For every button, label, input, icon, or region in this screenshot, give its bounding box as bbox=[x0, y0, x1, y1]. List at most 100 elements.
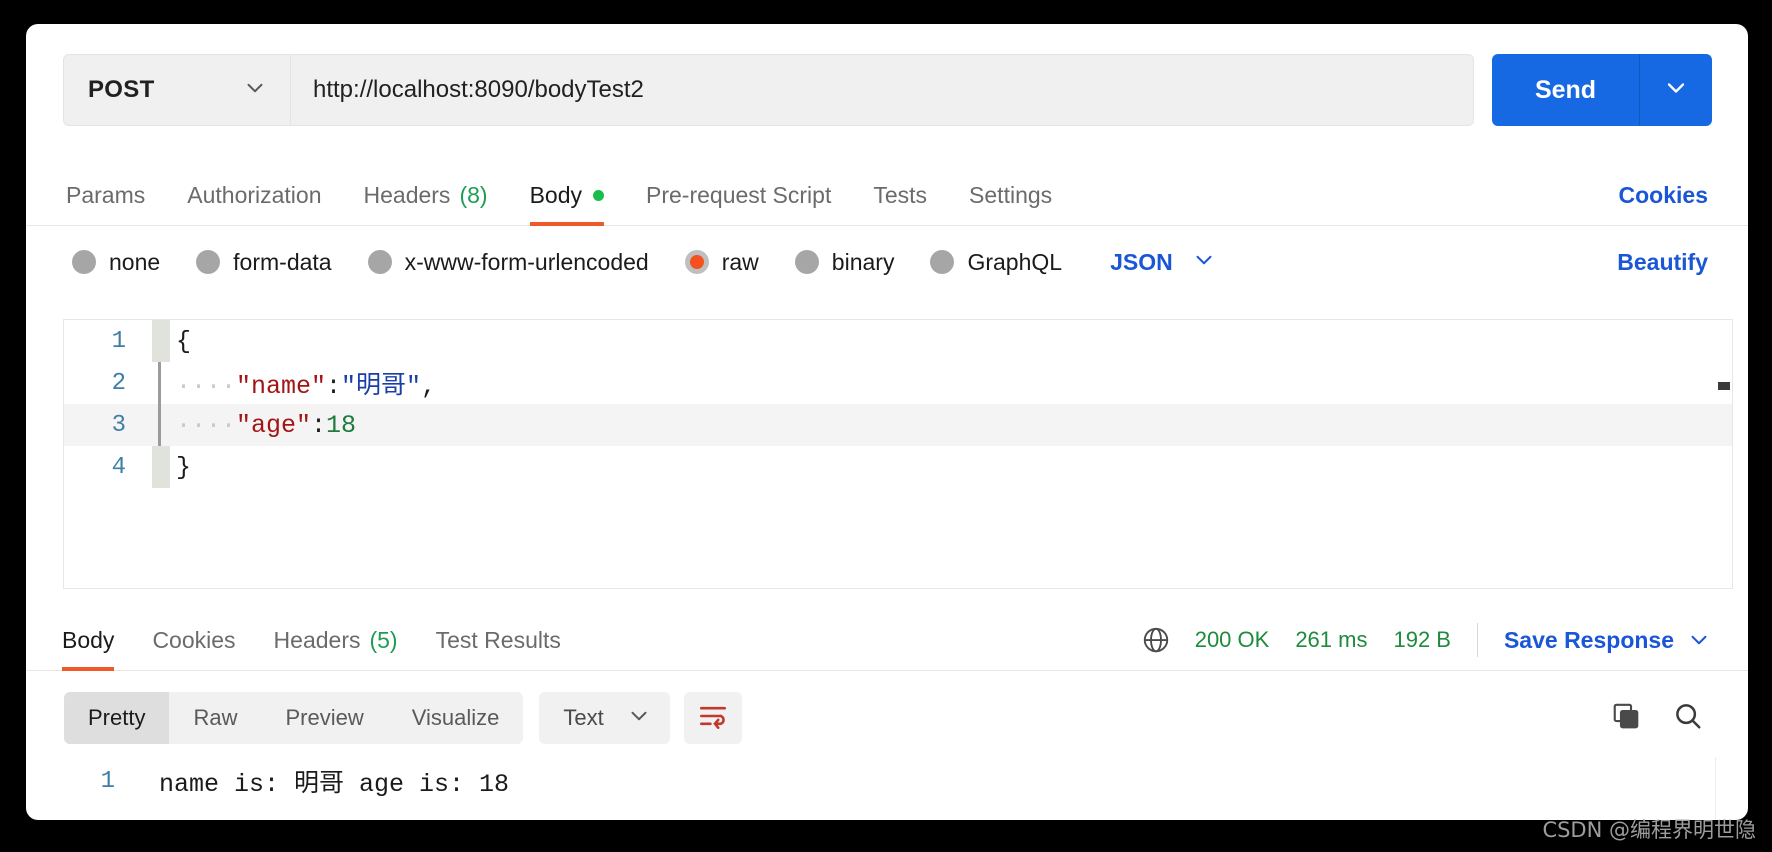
radio-label: none bbox=[109, 249, 160, 276]
segment-label: Preview bbox=[285, 705, 363, 731]
viewer-toolbar-right bbox=[1588, 694, 1712, 742]
line-content: ····"name":"明哥", bbox=[170, 365, 436, 401]
view-pretty-button[interactable]: Pretty bbox=[64, 692, 169, 744]
request-url-row: POST http://localhost:8090/bodyTest2 Sen… bbox=[63, 54, 1712, 126]
word-wrap-toggle[interactable] bbox=[684, 692, 742, 744]
save-response-label: Save Response bbox=[1504, 627, 1674, 654]
raw-format-select[interactable]: JSON bbox=[1110, 247, 1217, 278]
response-body-viewer[interactable]: 1 name is: 明哥 age is: 18 bbox=[63, 757, 1733, 820]
radio-label: x-www-form-urlencoded bbox=[405, 249, 649, 276]
chevron-down-icon bbox=[1191, 247, 1217, 278]
radio-selected-icon bbox=[685, 250, 709, 274]
editor-line: 4 } bbox=[64, 446, 1732, 488]
json-string-value: "明哥" bbox=[341, 372, 421, 401]
body-type-binary[interactable]: binary bbox=[795, 249, 895, 276]
word-wrap-icon bbox=[697, 703, 729, 734]
send-options-button[interactable] bbox=[1640, 54, 1712, 126]
body-modified-dot-icon bbox=[593, 190, 604, 201]
line-number: 4 bbox=[64, 454, 152, 481]
response-size: 192 B bbox=[1393, 627, 1451, 653]
fold-guide bbox=[152, 404, 170, 446]
tab-label: Params bbox=[66, 182, 145, 209]
body-type-form-data[interactable]: form-data bbox=[196, 249, 331, 276]
line-content: { bbox=[170, 327, 191, 356]
postman-window: POST http://localhost:8090/bodyTest2 Sen… bbox=[26, 24, 1748, 820]
fold-marker[interactable] bbox=[152, 320, 170, 362]
line-number: 2 bbox=[64, 370, 152, 397]
screenshot-root: POST http://localhost:8090/bodyTest2 Sen… bbox=[0, 0, 1772, 852]
cookies-link[interactable]: Cookies bbox=[1619, 164, 1708, 226]
line-content: } bbox=[170, 453, 191, 482]
request-url-input[interactable]: http://localhost:8090/bodyTest2 bbox=[291, 54, 1474, 126]
response-scrollbar[interactable] bbox=[1715, 757, 1733, 820]
line-number: 1 bbox=[64, 328, 152, 355]
send-button[interactable]: Send bbox=[1492, 54, 1640, 126]
raw-format-label: JSON bbox=[1110, 249, 1173, 276]
tab-count-badge: (8) bbox=[459, 182, 487, 209]
fold-marker[interactable] bbox=[152, 446, 170, 488]
watermark: CSDN @编程界明世隐 bbox=[1542, 814, 1756, 844]
tab-label: Settings bbox=[969, 182, 1052, 209]
beautify-button[interactable]: Beautify bbox=[1617, 249, 1708, 276]
chevron-down-icon bbox=[1686, 627, 1712, 653]
json-comma: , bbox=[421, 372, 436, 401]
divider bbox=[1477, 623, 1478, 657]
view-preview-button[interactable]: Preview bbox=[261, 692, 387, 744]
http-method-label: POST bbox=[88, 76, 155, 104]
radio-label: form-data bbox=[233, 249, 331, 276]
radio-icon bbox=[196, 250, 220, 274]
search-icon bbox=[1673, 701, 1703, 736]
editor-scrollbar-thumb[interactable] bbox=[1718, 382, 1730, 390]
tab-pre-request-script[interactable]: Pre-request Script bbox=[646, 164, 831, 226]
response-tab-test-results[interactable]: Test Results bbox=[436, 609, 561, 671]
editor-scrollbar[interactable] bbox=[1716, 320, 1732, 588]
chevron-down-icon bbox=[626, 703, 652, 734]
body-type-none[interactable]: none bbox=[72, 249, 160, 276]
response-format-label: Text bbox=[563, 705, 603, 731]
radio-icon bbox=[72, 250, 96, 274]
beautify-label: Beautify bbox=[1617, 249, 1708, 275]
editor-line: 1 { bbox=[64, 320, 1732, 362]
indent-dots: ···· bbox=[176, 411, 236, 440]
tab-label: Body bbox=[62, 627, 114, 654]
radio-label: raw bbox=[722, 249, 759, 276]
response-tab-cookies[interactable]: Cookies bbox=[152, 609, 235, 671]
http-method-select[interactable]: POST bbox=[63, 54, 291, 126]
globe-icon bbox=[1141, 625, 1171, 655]
json-key: "age" bbox=[236, 411, 311, 440]
send-button-group: Send bbox=[1492, 54, 1712, 126]
request-body-editor[interactable]: 1 { 2 ····"name":"明哥", 3 ····"age":18 4 bbox=[63, 319, 1733, 589]
body-type-x-www-form-urlencoded[interactable]: x-www-form-urlencoded bbox=[368, 249, 649, 276]
tab-settings[interactable]: Settings bbox=[969, 164, 1052, 226]
line-number: 3 bbox=[64, 412, 152, 439]
view-visualize-button[interactable]: Visualize bbox=[388, 692, 524, 744]
tab-body[interactable]: Body bbox=[530, 164, 604, 226]
copy-button[interactable] bbox=[1602, 694, 1650, 742]
line-content: ····"age":18 bbox=[170, 411, 356, 440]
save-response-button[interactable]: Save Response bbox=[1504, 627, 1712, 654]
indent-dots: ···· bbox=[176, 372, 236, 401]
body-type-graphql[interactable]: GraphQL bbox=[930, 249, 1062, 276]
response-tab-headers[interactable]: Headers (5) bbox=[274, 609, 398, 671]
json-key: "name" bbox=[236, 372, 326, 401]
tab-params[interactable]: Params bbox=[66, 164, 145, 226]
editor-inner: 1 { 2 ····"name":"明哥", 3 ····"age":18 4 bbox=[64, 320, 1732, 588]
fold-guide bbox=[152, 362, 170, 404]
response-time: 261 ms bbox=[1295, 627, 1367, 653]
tab-label: Authorization bbox=[187, 182, 321, 209]
tab-authorization[interactable]: Authorization bbox=[187, 164, 321, 226]
tab-headers[interactable]: Headers (8) bbox=[364, 164, 488, 226]
radio-label: binary bbox=[832, 249, 895, 276]
tab-tests[interactable]: Tests bbox=[873, 164, 927, 226]
response-tab-body[interactable]: Body bbox=[62, 609, 114, 671]
body-type-row: none form-data x-www-form-urlencoded raw… bbox=[26, 228, 1748, 296]
send-button-label: Send bbox=[1535, 76, 1596, 105]
tab-label: Test Results bbox=[436, 627, 561, 654]
search-button[interactable] bbox=[1664, 694, 1712, 742]
response-format-select[interactable]: Text bbox=[539, 692, 669, 744]
body-type-raw[interactable]: raw bbox=[685, 249, 759, 276]
segment-label: Pretty bbox=[88, 705, 145, 731]
line-number: 1 bbox=[63, 768, 137, 795]
view-raw-button[interactable]: Raw bbox=[169, 692, 261, 744]
json-colon: : bbox=[326, 372, 341, 401]
